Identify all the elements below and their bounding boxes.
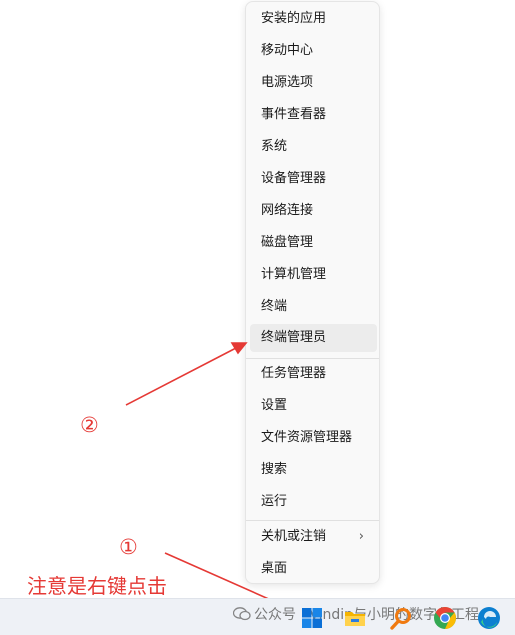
chrome-icon[interactable]: [433, 606, 457, 630]
menu-item-mobility-center[interactable]: 移动中心: [250, 37, 377, 65]
menu-item-run[interactable]: 运行: [250, 488, 377, 516]
menu-item-network-connections[interactable]: 网络连接: [250, 197, 377, 225]
chevron-right-icon: ›: [358, 529, 364, 544]
menu-item-desktop[interactable]: 桌面: [250, 555, 377, 583]
menu-item-settings[interactable]: 设置: [250, 392, 377, 420]
wechat-icon: [232, 607, 251, 621]
menu-item-shutdown-signout[interactable]: 关机或注销 ›: [250, 523, 377, 551]
menu-item-label: 关机或注销: [261, 529, 327, 544]
menu-separator: [246, 358, 379, 359]
menu-item-task-manager[interactable]: 任务管理器: [250, 360, 377, 388]
search-icon[interactable]: [389, 606, 413, 630]
menu-separator: [246, 520, 379, 521]
menu-item-power-options[interactable]: 电源选项: [250, 69, 377, 97]
menu-item-terminal[interactable]: 终端: [250, 293, 377, 321]
context-menu: 安装的应用 移动中心 电源选项 事件查看器 系统 设备管理器 网络连接 磁盘管理…: [245, 1, 380, 584]
menu-item-system[interactable]: 系统: [250, 133, 377, 161]
step-1-marker: ①: [119, 535, 138, 559]
menu-item-file-explorer[interactable]: 文件资源管理器: [250, 424, 377, 452]
arrow-head-step-2: [230, 342, 248, 355]
edge-icon[interactable]: [477, 606, 501, 630]
file-explorer-icon[interactable]: [343, 606, 367, 630]
menu-item-installed-apps[interactable]: 安装的应用: [250, 5, 377, 33]
menu-item-event-viewer[interactable]: 事件查看器: [250, 101, 377, 129]
menu-item-device-manager[interactable]: 设备管理器: [250, 165, 377, 193]
step-2-marker: ②: [80, 413, 99, 437]
arrow-step-2: [125, 347, 237, 406]
menu-item-computer-management[interactable]: 计算机管理: [250, 261, 377, 289]
menu-item-search[interactable]: 搜索: [250, 456, 377, 484]
start-icon[interactable]: [300, 606, 324, 630]
right-click-note: 注意是右键点击: [27, 574, 167, 598]
menu-item-terminal-admin[interactable]: 终端管理员: [250, 324, 377, 352]
menu-item-disk-management[interactable]: 磁盘管理: [250, 229, 377, 257]
